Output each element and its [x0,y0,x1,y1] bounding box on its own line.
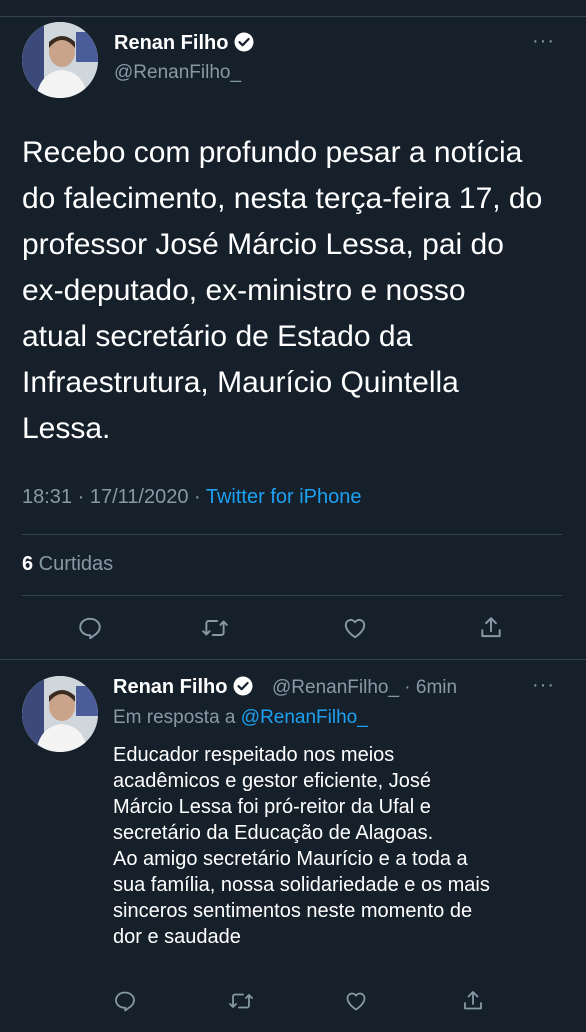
more-options-icon[interactable]: ··· [532,674,555,697]
reply-prefix: Em resposta a [113,707,241,728]
source-link[interactable]: Twitter for iPhone [206,486,362,508]
tweet-text-line: Lessa. [22,412,111,445]
verified-badge-icon [234,32,254,58]
tweet-text-line: Recebo com profundo pesar a notícia [22,136,523,169]
like-icon[interactable] [341,986,371,1016]
author-name[interactable]: Renan Filho [113,676,253,702]
top-divider [0,16,586,17]
tweet-text-line: ex-deputado, ex-ministro e nosso [22,274,466,307]
share-icon[interactable] [476,613,506,643]
reply-text: Educador respeitado nos meios acadêmicos… [113,742,563,950]
reply-text-line: sua família, nossa solidariedade e os ma… [113,874,490,896]
verified-badge-icon [233,676,253,702]
reply-text-line: Ao amigo secretário Maurício e a toda a [113,848,468,870]
likes-number: 6 [22,553,34,575]
tweet-text-line: atual secretário de Estado da [22,320,413,353]
reply-text-line: dor e saudade [113,926,241,948]
tweet-actions [0,986,586,1016]
reply-text-line: sinceros sentimentos neste momento de [113,900,473,922]
reply-text-line: Márcio Lessa foi pró-reitor da Ufal e [113,796,431,818]
author-handle[interactable]: @RenanFilho_ · 6min [272,677,457,699]
likes-count[interactable]: 6 Curtidas [22,553,113,576]
author-handle[interactable]: @RenanFilho_ [114,62,241,84]
avatar[interactable] [22,22,98,98]
like-icon[interactable] [340,613,370,643]
tweet-text-line: professor José Márcio Lessa, pai do [22,228,504,261]
tweet-text-line: Infraestrutura, Maurício Quintella [22,366,459,399]
more-options-icon[interactable]: ··· [532,30,555,53]
reply-icon[interactable] [110,986,140,1016]
reply-context: Em resposta a @RenanFilho_ [113,707,368,729]
reply-to-link[interactable]: @RenanFilho_ [241,707,368,728]
tweet-separator [0,659,586,660]
reply-text-line: secretário da Educação de Alagoas. [113,822,434,844]
reply-icon[interactable] [75,613,105,643]
tweet-actions [0,613,586,643]
likes-label: Curtidas [33,553,114,575]
divider [22,595,562,596]
tweet-text-line: do falecimento, nesta terça-feira 17, do [22,182,543,215]
avatar[interactable] [22,676,98,752]
reply-text-line: Educador respeitado nos meios [113,744,395,766]
retweet-icon[interactable] [200,613,230,643]
tweet-text: Recebo com profundo pesar a notícia do f… [22,130,562,452]
share-icon[interactable] [458,986,488,1016]
author-name[interactable]: Renan Filho [114,32,254,58]
retweet-icon[interactable] [226,986,256,1016]
timestamp-text: 18:31 · 17/11/2020 · [22,486,206,508]
reply-text-line: acadêmicos e gestor eficiente, José [113,770,431,792]
divider [22,534,562,535]
tweet-timestamp: 18:31 · 17/11/2020 · Twitter for iPhone [22,486,361,509]
